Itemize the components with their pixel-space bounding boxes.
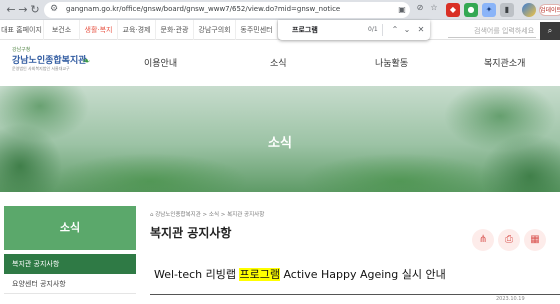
profile-avatar[interactable] (522, 3, 536, 17)
tab-education-economy[interactable]: 교육·경제 (118, 20, 156, 40)
post-title-after: Active Happy Ageing 실시 안내 (279, 268, 446, 281)
breadcrumb: ⌂ 강남노인종합복지관 > 소식 > 복지관 공지사항 (150, 210, 264, 218)
find-divider (382, 24, 383, 36)
close-icon[interactable]: ✕ (416, 24, 426, 36)
tab-life-welfare[interactable]: 생활·복지 (80, 20, 118, 40)
home-icon[interactable]: ⌂ (150, 212, 154, 218)
url-text: gangnam.go.kr/office/gnsw/board/gnsw_www… (66, 5, 341, 13)
gnb-about[interactable]: 복지관소개 (484, 56, 525, 69)
gnb-sharing[interactable]: 나눔활동 (375, 56, 408, 69)
tab-district-council[interactable]: 강남구의회 (194, 20, 236, 40)
extension-icon[interactable]: ◆ (446, 3, 460, 17)
address-bar[interactable]: ⚙ gangnam.go.kr/office/gnsw/board/gnsw_w… (44, 2, 410, 18)
update-button[interactable]: 업데이트 (539, 4, 560, 16)
eye-off-icon[interactable]: ⊘ (414, 2, 426, 14)
find-input[interactable]: 프로그램 (292, 25, 318, 35)
leaf-icon: ❧ (82, 56, 91, 67)
puzzle-icon[interactable]: ✦ (482, 3, 496, 17)
page-title: 복지관 공지사항 (150, 226, 232, 240)
post-title: Wel-tech 리빙랩 프로그램 Active Happy Ageing 실시… (154, 266, 446, 282)
hero-banner: 소식 (0, 86, 560, 192)
tab-community-center[interactable]: 동주민센터 (236, 20, 278, 40)
post-title-before: Wel-tech 리빙랩 (154, 268, 240, 281)
banner-title: 소식 (268, 136, 292, 151)
gnb-usage-guide[interactable]: 이용안내 (144, 56, 177, 69)
calendar-icon[interactable]: ▦ (524, 229, 546, 251)
bookmark-star-icon[interactable]: ☆ (428, 2, 440, 14)
post-divider (150, 294, 560, 295)
tab-culture-tourism[interactable]: 문화·관광 (156, 20, 194, 40)
search-icon[interactable]: ⌕ (540, 22, 560, 40)
chevron-up-icon[interactable]: ⌃ (390, 24, 400, 36)
tab-health-center[interactable]: 보건소 (44, 20, 80, 40)
find-count: 0/1 (368, 26, 378, 33)
site-info-icon[interactable]: ⚙ (50, 4, 58, 14)
lnb-item-care-notice[interactable]: 요양센터 공지사항 (4, 274, 136, 294)
breadcrumb-text: 강남노인종합복지관 > 소식 > 복지관 공지사항 (155, 212, 265, 218)
post-date: 2023.10.19 (496, 296, 525, 302)
site-logo[interactable]: 강남구청 강남노인종합복지관 운영법인 사회복지법인 서울대교구 ❧ (4, 46, 100, 76)
lnb-item-welfare-notice[interactable]: 복지관 공지사항 (4, 254, 136, 274)
logo-small-text: 강남구청 (12, 47, 31, 53)
install-icon[interactable]: ▣ (396, 4, 408, 16)
sidepanel-icon[interactable]: ▮ (500, 3, 514, 17)
browser-toolbar: ← → ↻ ⚙ gangnam.go.kr/office/gnsw/board/… (0, 0, 560, 20)
chevron-down-icon[interactable]: ⌄ (402, 24, 412, 36)
find-bar: 프로그램 0/1 ⌃ ⌄ ✕ (278, 20, 430, 40)
reload-icon[interactable]: ↻ (28, 3, 42, 17)
tab-main-homepage[interactable]: 대표 홈페이지 (0, 20, 44, 40)
print-icon[interactable]: ⎙ (498, 229, 520, 251)
extension-green-icon[interactable]: ● (464, 3, 478, 17)
post-title-highlight: 프로그램 (239, 268, 280, 281)
site-search-input[interactable]: 검색어를 입력하세요 (448, 24, 536, 38)
lnb-title: 소식 (4, 206, 136, 250)
logo-subtext: 운영법인 사회복지법인 서울대교구 (12, 66, 70, 71)
share-icon[interactable]: ⋔ (472, 229, 494, 251)
logo-name: 강남노인종합복지관 (12, 56, 87, 66)
gnb-news[interactable]: 소식 (270, 56, 287, 69)
